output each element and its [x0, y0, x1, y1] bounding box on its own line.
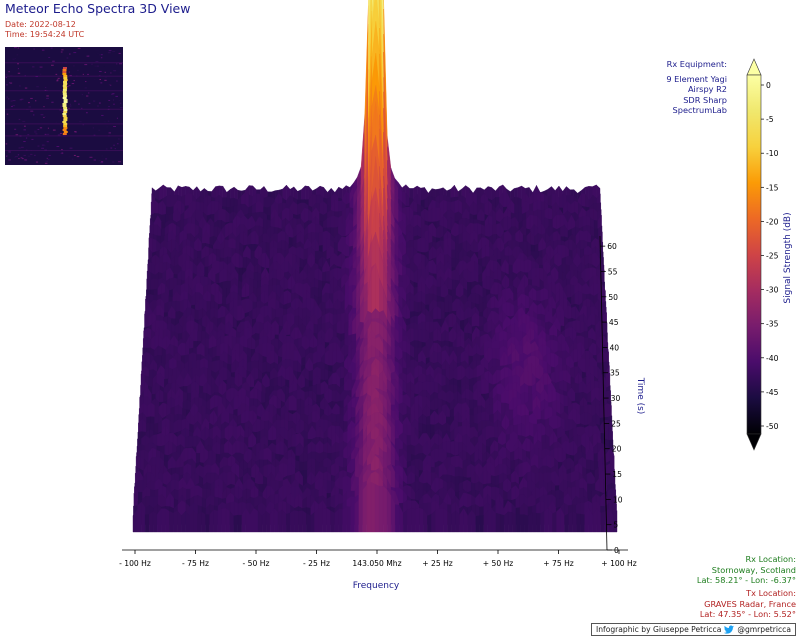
spectrum-surface	[132, 0, 618, 533]
